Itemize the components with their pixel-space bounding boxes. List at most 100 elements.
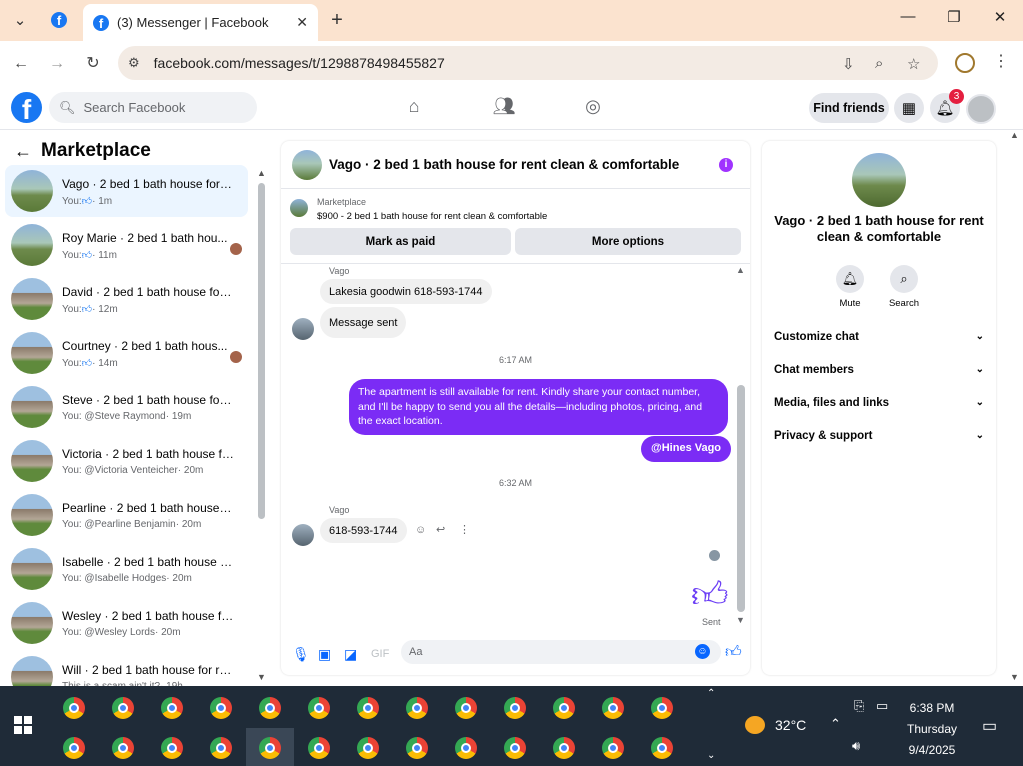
chrome-taskbar-icon[interactable] [308, 737, 330, 759]
conversation-item[interactable]: David · 2 bed 1 bath house for r... You: … [5, 273, 248, 325]
search-action[interactable]: ⌕ Search [874, 265, 934, 309]
conversation-item[interactable]: Courtney · 2 bed 1 bath hous... You: 👍︎· … [5, 327, 248, 379]
photo-icon[interactable]: ▣ [318, 646, 331, 663]
chrome-taskbar-icon[interactable] [308, 697, 330, 719]
back-button[interactable]: ← [10, 53, 32, 75]
browser-menu-icon[interactable]: ⋮ [993, 51, 1009, 71]
mention-message[interactable]: @Hines Vago [641, 436, 732, 462]
chrome-taskbar-icon[interactable] [63, 697, 85, 719]
chat-avatar[interactable] [292, 150, 322, 180]
reload-button[interactable]: ↻ [82, 53, 104, 75]
browser-profile-icon[interactable] [955, 53, 975, 73]
list-scrollbar[interactable] [258, 183, 265, 519]
chrome-taskbar-icon[interactable] [161, 697, 183, 719]
chrome-taskbar-icon[interactable] [455, 737, 477, 759]
site-info-icon[interactable]: ⚙ [128, 55, 140, 71]
find-friends-button[interactable]: Find friends [809, 93, 889, 123]
forward-button[interactable]: → [46, 53, 68, 75]
page-scroll-down-icon[interactable]: ▼ [1010, 672, 1019, 682]
conversation-item[interactable]: Steve · 2 bed 1 bath house for r... You: … [5, 381, 248, 433]
thread-scrollbar[interactable] [737, 385, 745, 612]
friends-icon[interactable]: 👥︎ [492, 96, 516, 120]
reply-icon[interactable]: ↩ [436, 523, 445, 536]
new-tab-button[interactable]: + [323, 7, 351, 33]
privacy-support-row[interactable]: Privacy & support ⌄ [774, 430, 984, 442]
chrome-taskbar-icon[interactable] [455, 697, 477, 719]
account-avatar[interactable] [966, 94, 996, 124]
listing-photo[interactable] [852, 153, 906, 207]
groups-icon[interactable]: ◎ [581, 96, 605, 120]
sender-avatar[interactable] [292, 524, 314, 546]
sticker-icon[interactable]: ◪ [344, 646, 357, 663]
mute-bell-icon[interactable]: 🔔︎ [836, 265, 864, 293]
bookmark-star-icon[interactable]: ☆ [907, 55, 920, 73]
chrome-taskbar-icon[interactable] [504, 697, 526, 719]
chrome-taskbar-icon[interactable] [161, 737, 183, 759]
scroll-up-arrow-icon[interactable]: ▲ [257, 168, 266, 178]
gif-icon[interactable]: GIF [371, 648, 389, 660]
taskbar-clock[interactable]: 6:38 PM Thursday 9/4/2025 [900, 698, 964, 761]
windows-start-icon[interactable] [14, 716, 32, 734]
chrome-taskbar-icon[interactable] [63, 737, 85, 759]
facebook-logo-icon[interactable]: f [11, 92, 42, 123]
taskbar-scroll-down-icon[interactable]: ⌄ [707, 750, 715, 761]
chrome-taskbar-icon[interactable] [651, 737, 673, 759]
tab-messenger[interactable]: f (3) Messenger | Facebook ✕ [83, 4, 318, 41]
chrome-taskbar-icon[interactable] [357, 697, 379, 719]
emoji-icon[interactable]: ☺ [695, 644, 710, 659]
taskbar-scroll-up-icon[interactable]: ⌃ [707, 688, 715, 699]
camera-icon[interactable]: ⎘ [854, 698, 864, 714]
info-icon[interactable]: i [719, 158, 733, 172]
tab-search-button[interactable]: ⌄ [6, 7, 34, 33]
chrome-taskbar-icon[interactable] [602, 697, 624, 719]
zoom-icon[interactable]: ⌕ [875, 55, 883, 72]
chrome-taskbar-icon[interactable] [112, 737, 134, 759]
microphone-icon[interactable]: 🎙︎ [292, 646, 310, 663]
close-tab-icon[interactable]: ✕ [296, 14, 308, 31]
react-emoji-icon[interactable]: ☺ [415, 524, 426, 536]
listing-description[interactable]: $900 - 2 bed 1 bath house for rent clean… [317, 211, 547, 222]
chat-members-row[interactable]: Chat members ⌄ [774, 364, 984, 376]
conversation-item[interactable]: Pearline · 2 bed 1 bath house fo... You: … [5, 489, 248, 541]
incoming-message[interactable]: Message sent [320, 307, 407, 338]
install-app-icon[interactable]: ⇩ [842, 55, 855, 73]
listing-thumbnail[interactable] [290, 199, 308, 217]
chrome-taskbar-icon[interactable] [259, 737, 281, 759]
chrome-taskbar-icon[interactable] [553, 737, 575, 759]
conversation-item[interactable]: Victoria · 2 bed 1 bath house fo... You: … [5, 435, 248, 487]
chrome-taskbar-icon[interactable] [210, 737, 232, 759]
message-input[interactable]: Aa [401, 640, 721, 664]
conversation-item[interactable]: Will · 2 bed 1 bath house for re...This … [5, 651, 248, 686]
facebook-search-input[interactable]: 🔍︎ Search Facebook [49, 92, 257, 123]
mark-as-paid-button[interactable]: Mark as paid [290, 228, 511, 255]
volume-icon[interactable]: 🔊︎ [852, 738, 860, 754]
thread-scroll-down-icon[interactable]: ▼ [736, 615, 745, 625]
conversation-item[interactable]: Vago · 2 bed 1 bath house for r... You: 👍… [5, 165, 248, 217]
notification-center-icon[interactable]: ▭ [982, 716, 997, 736]
maximize-button[interactable]: ❐ [939, 8, 969, 26]
thread-scroll-up-icon[interactable]: ▲ [736, 265, 745, 275]
more-actions-icon[interactable]: ⋮ [459, 523, 470, 536]
inactive-tab[interactable]: f [45, 7, 73, 33]
conversation-item[interactable]: Wesley · 2 bed 1 bath house for... You: @… [5, 597, 248, 649]
chrome-taskbar-icon[interactable] [553, 697, 575, 719]
conversation-item[interactable]: Roy Marie · 2 bed 1 bath hou... You: 👍︎· … [5, 219, 248, 271]
chrome-taskbar-icon[interactable] [504, 737, 526, 759]
close-window-button[interactable]: ✕ [985, 8, 1015, 26]
menu-grid-icon[interactable]: ▦ [894, 93, 924, 123]
page-scroll-up-icon[interactable]: ▲ [1010, 130, 1019, 140]
minimize-button[interactable]: — [893, 8, 923, 25]
chrome-taskbar-icon[interactable] [357, 737, 379, 759]
chrome-taskbar-icon[interactable] [112, 697, 134, 719]
network-icon[interactable]: ▭ [876, 698, 888, 714]
incoming-message[interactable]: 618-593-1744 [320, 518, 407, 543]
chrome-taskbar-icon[interactable] [602, 737, 624, 759]
back-arrow-icon[interactable]: ← [14, 141, 32, 162]
chrome-taskbar-icon[interactable] [406, 737, 428, 759]
chrome-taskbar-icon[interactable] [651, 697, 673, 719]
chat-title[interactable]: Vago · 2 bed 1 bath house for rent clean… [329, 157, 679, 172]
mute-action[interactable]: 🔔︎ Mute [820, 265, 880, 309]
search-icon[interactable]: ⌕ [890, 265, 918, 293]
incoming-message[interactable]: Lakesia goodwin 618-593-1744 [320, 279, 492, 304]
media-files-links-row[interactable]: Media, files and links ⌄ [774, 397, 984, 409]
